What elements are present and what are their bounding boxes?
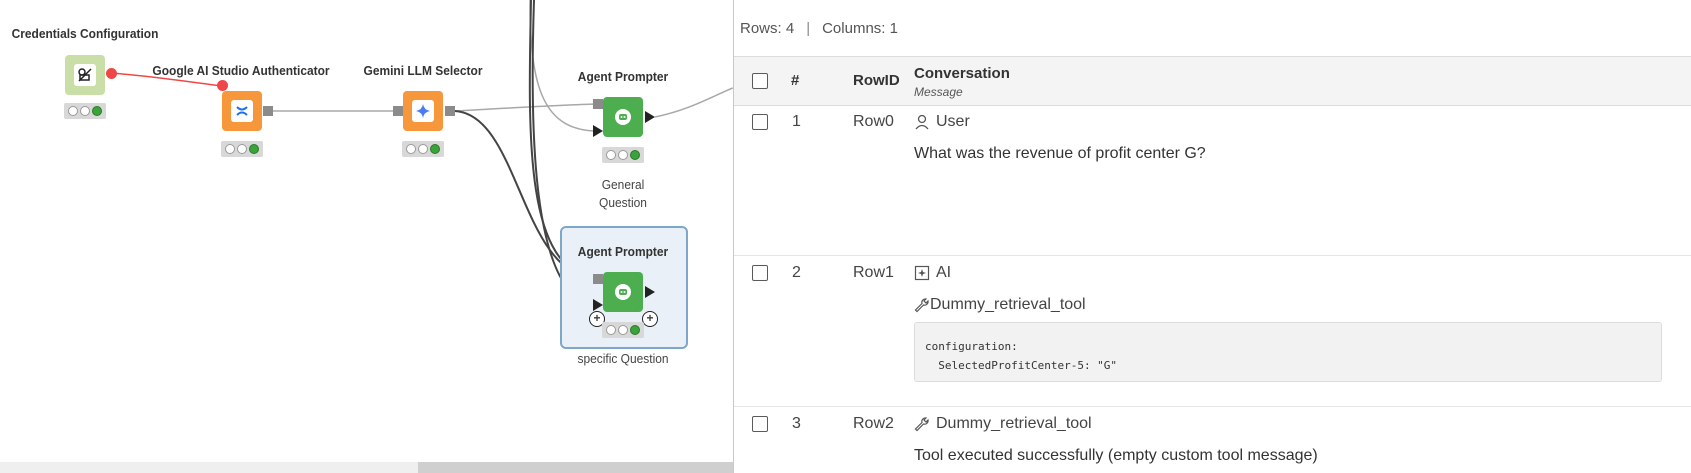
tool-call-arguments: configuration: SelectedProfitCenter-5: "… — [914, 322, 1662, 382]
message-role: Dummy_retrieval_tool — [914, 415, 1092, 433]
credentials-status — [64, 103, 106, 119]
table-row[interactable]: 3 Row2 Dummy_retrieval_tool Tool execute… — [734, 407, 1691, 473]
tool-name: Dummy_retrieval_tool — [930, 296, 1086, 313]
add-output-port-icon[interactable]: + — [642, 311, 658, 327]
prompter2-node-label: Agent Prompter — [577, 244, 669, 259]
conversation-column-header[interactable]: Conversation — [914, 65, 1010, 82]
row-index: 2 — [792, 264, 801, 281]
message-text: What was the revenue of profit center G? — [914, 145, 1206, 162]
row-checkbox[interactable] — [752, 265, 768, 281]
select-all-checkbox[interactable] — [752, 73, 768, 89]
rowid-column-header[interactable]: RowID — [853, 72, 900, 89]
prompter2-model-port[interactable] — [593, 274, 603, 284]
tool-call: Dummy_retrieval_tool — [914, 296, 1086, 314]
authenticator-node[interactable] — [222, 91, 262, 131]
prompter1-node-label: Agent Prompter — [577, 69, 669, 84]
ai-icon — [914, 265, 930, 281]
agent-icon — [612, 281, 634, 303]
agent-icon — [612, 106, 634, 128]
prompter1-node-annotation: General Question — [599, 177, 647, 210]
table-row[interactable]: 1 Row0 User What was the revenue of prof… — [734, 105, 1691, 256]
user-icon — [915, 114, 929, 130]
row-checkbox[interactable] — [752, 416, 768, 432]
authenticator-status — [221, 141, 263, 157]
prompter1-status — [602, 147, 644, 163]
columns-count: Columns: 1 — [822, 20, 898, 37]
prompter1-model-port[interactable] — [593, 99, 603, 109]
scrollbar-thumb[interactable] — [418, 462, 733, 473]
role-label: AI — [936, 264, 952, 281]
prompter1-table-port[interactable] — [593, 125, 603, 137]
gemini-icon — [412, 100, 434, 122]
role-label: User — [936, 113, 970, 130]
llm-selector-node-label: Gemini LLM Selector — [363, 63, 483, 78]
llm-selector-input-port[interactable] — [393, 106, 403, 116]
column-type-label: Message — [914, 85, 963, 99]
message-role: AI — [914, 264, 951, 282]
row-checkbox[interactable] — [752, 114, 768, 130]
authenticator-output-port[interactable] — [263, 106, 273, 116]
flow-variable-port[interactable] — [106, 68, 117, 79]
connection-top-to-prompter1 — [529, 0, 597, 132]
workflow-canvas[interactable]: Credentials Configuration Google AI Stud… — [0, 0, 733, 473]
row-index: 1 — [792, 113, 801, 130]
prompter1-output-port[interactable] — [645, 111, 655, 123]
credentials-node[interactable] — [65, 55, 105, 95]
row-index: 3 — [792, 415, 801, 432]
table-row[interactable]: 2 Row1 AI Dummy_retrieval_tool configura… — [734, 256, 1691, 407]
flow-variable-input-port[interactable] — [217, 80, 228, 91]
prompter1-node[interactable] — [603, 97, 643, 137]
google-ai-icon — [231, 100, 253, 122]
row-id: Row1 — [853, 264, 894, 281]
llm-selector-status — [402, 141, 444, 157]
llm-selector-output-port[interactable] — [445, 106, 455, 116]
code-line: SelectedProfitCenter-5: "G" — [925, 359, 1118, 372]
index-column-header[interactable]: # — [791, 72, 799, 89]
connection-selector-to-prompter1 — [454, 103, 597, 112]
credentials-icon — [74, 64, 96, 86]
prompter2-status — [602, 322, 644, 338]
output-table-panel: Rows: 4 | Columns: 1 # RowID Conversation … — [733, 0, 1691, 473]
prompter2-output-port[interactable] — [645, 286, 655, 298]
prompter2-node[interactable] — [603, 272, 643, 312]
table-header: # RowID Conversation Message — [734, 56, 1691, 106]
connection-prompter1-out — [654, 87, 733, 118]
prompter2-node-annotation: specific Question — [577, 351, 669, 366]
wrench-icon — [914, 298, 929, 313]
rows-count: Rows: 4 — [740, 20, 795, 37]
table-info: Rows: 4 | Columns: 1 — [740, 20, 898, 37]
credentials-node-label: Credentials Configuration — [11, 26, 159, 41]
row-id: Row2 — [853, 415, 894, 432]
authenticator-node-label: Google AI Studio Authenticator — [152, 63, 330, 78]
row-id: Row0 — [853, 113, 894, 130]
role-label: Dummy_retrieval_tool — [936, 415, 1092, 432]
code-line: configuration: — [925, 340, 1018, 353]
message-role: User — [914, 113, 970, 131]
prompter2-table-port[interactable] — [593, 299, 603, 311]
message-text: Tool executed successfully (empty custom… — [914, 447, 1318, 464]
wrench-icon — [914, 417, 929, 432]
llm-selector-node[interactable] — [403, 91, 443, 131]
canvas-horizontal-scrollbar[interactable] — [0, 462, 733, 473]
